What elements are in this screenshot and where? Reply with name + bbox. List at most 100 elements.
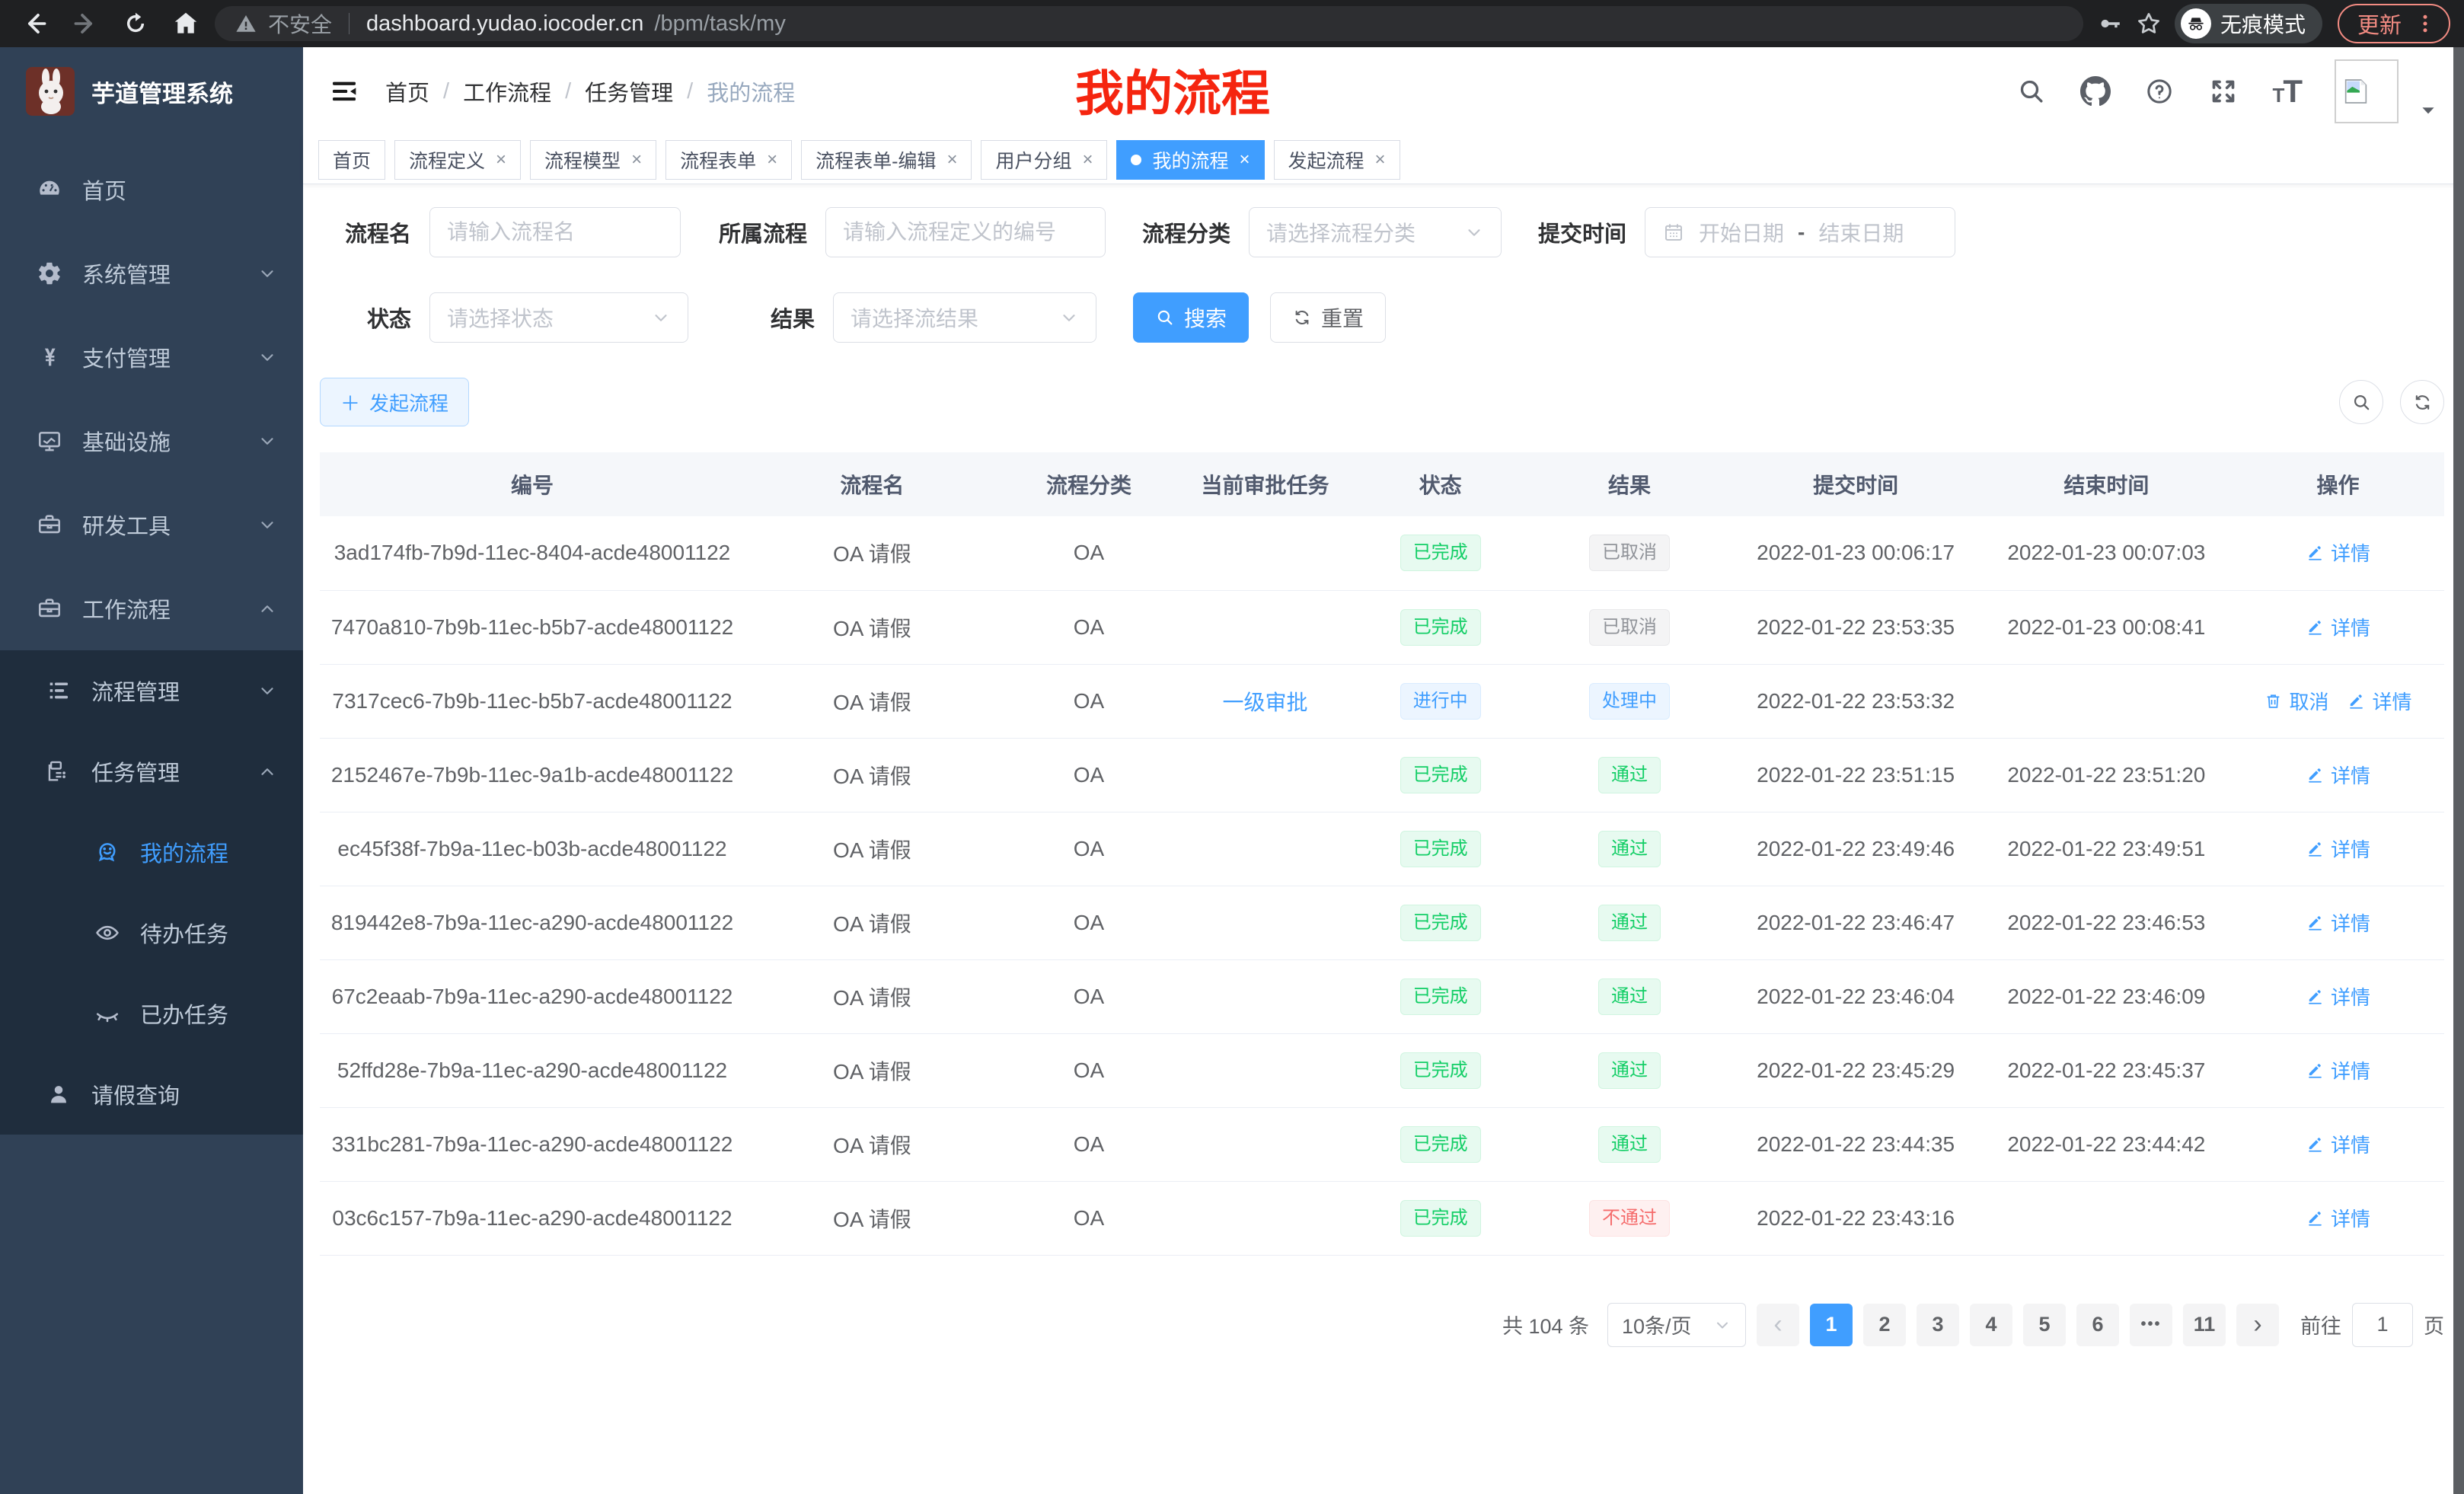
tab-用户分组[interactable]: 用户分组× <box>981 140 1107 180</box>
prev-page-button[interactable]: ‹ <box>1757 1304 1799 1346</box>
tab-流程表单-编辑[interactable]: 流程表单-编辑× <box>801 140 972 180</box>
page-button-5[interactable]: 5 <box>2023 1304 2066 1346</box>
action-详情[interactable]: 详情 <box>2306 982 2370 1010</box>
tab-流程模型[interactable]: 流程模型× <box>530 140 656 180</box>
sidebar-item-首页[interactable]: 首页 <box>0 148 303 231</box>
date-range-picker[interactable]: 开始日期 - 结束日期 <box>1645 207 1955 257</box>
action-label: 详情 <box>2331 982 2370 1010</box>
address-bar[interactable]: 不安全 dashboard.yudao.iocoder.cn/bpm/task/… <box>215 6 2083 41</box>
sidebar-item-待办任务[interactable]: 待办任务 <box>0 892 303 973</box>
close-icon[interactable]: × <box>631 149 642 171</box>
chevron-up-icon <box>257 761 277 781</box>
start-process-button[interactable]: ＋ 发起流程 <box>320 378 469 426</box>
sidebar-item-请假查询[interactable]: 请假查询 <box>0 1054 303 1135</box>
search-icon[interactable] <box>2016 76 2047 107</box>
page-button-4[interactable]: 4 <box>1970 1304 2012 1346</box>
breadcrumb-item[interactable]: 首页 <box>385 75 429 107</box>
reset-button[interactable]: 重置 <box>1270 292 1386 343</box>
browser-menu-icon[interactable] <box>2414 12 2437 35</box>
close-icon[interactable]: × <box>946 149 957 171</box>
cell-actions: 详情 <box>2232 1181 2444 1255</box>
avatar-caret-icon[interactable] <box>2418 101 2438 120</box>
page-button-2[interactable]: 2 <box>1863 1304 1906 1346</box>
action-取消[interactable]: 取消 <box>2264 687 2328 715</box>
action-详情[interactable]: 详情 <box>2306 1204 2370 1232</box>
close-icon[interactable]: × <box>1375 149 1386 171</box>
action-详情[interactable]: 详情 <box>2306 613 2370 641</box>
sidebar-item-工作流程[interactable]: 工作流程 <box>0 567 303 650</box>
action-详情[interactable]: 详情 <box>2347 687 2411 715</box>
sidebar-item-研发工具[interactable]: 研发工具 <box>0 483 303 567</box>
page-size-select[interactable]: 10条/页 <box>1607 1303 1746 1347</box>
action-详情[interactable]: 详情 <box>2306 538 2370 567</box>
process-label: 所属流程 <box>717 216 807 248</box>
page-scrollbar[interactable] <box>2453 47 2464 1494</box>
page-button-3[interactable]: 3 <box>1917 1304 1959 1346</box>
tab-流程表单[interactable]: 流程表单× <box>665 140 792 180</box>
sidebar-item-基础设施[interactable]: 基础设施 <box>0 399 303 483</box>
more-pages-button[interactable]: ••• <box>2130 1304 2172 1346</box>
github-icon[interactable] <box>2080 76 2111 107</box>
browser-update-button[interactable]: 更新 <box>2338 4 2450 43</box>
back-icon[interactable] <box>14 4 56 43</box>
sidebar-item-我的流程[interactable]: 我的流程 <box>0 812 303 892</box>
result-badge: 处理中 <box>1589 683 1670 720</box>
process-input[interactable] <box>825 207 1106 257</box>
tab-发起流程[interactable]: 发起流程 × <box>1274 140 1400 180</box>
sidebar-item-已办任务[interactable]: 已办任务 <box>0 973 303 1054</box>
sidebar-item-支付管理[interactable]: 支付管理 <box>0 315 303 399</box>
page-button-6[interactable]: 6 <box>2076 1304 2119 1346</box>
result-badge: 通过 <box>1598 905 1661 941</box>
reload-icon[interactable] <box>114 4 157 43</box>
edit-icon <box>2306 765 2325 784</box>
tab-我的流程[interactable]: 我的流程× <box>1116 140 1264 180</box>
page-button-11[interactable]: 11 <box>2183 1304 2226 1346</box>
forward-icon[interactable] <box>64 4 107 43</box>
close-icon[interactable]: × <box>767 149 777 171</box>
user-avatar[interactable] <box>2335 59 2399 123</box>
refresh-table-icon[interactable] <box>2400 380 2444 424</box>
password-key-icon[interactable] <box>2097 11 2123 37</box>
bookmark-star-icon[interactable] <box>2135 10 2162 37</box>
home-icon[interactable] <box>164 4 207 43</box>
cell-actions: 详情 <box>2232 1033 2444 1107</box>
action-详情[interactable]: 详情 <box>2306 835 2370 863</box>
sidebar-item-系统管理[interactable]: 系统管理 <box>0 231 303 315</box>
font-size-icon[interactable]: TT <box>2272 73 2301 110</box>
edit-icon <box>2306 1208 2325 1227</box>
close-icon[interactable]: × <box>1082 149 1093 171</box>
close-icon[interactable]: × <box>1240 149 1250 171</box>
page-button-1[interactable]: 1 <box>1810 1304 1853 1346</box>
close-icon[interactable]: × <box>496 149 506 171</box>
action-详情[interactable]: 详情 <box>2306 1056 2370 1084</box>
show-search-icon[interactable] <box>2339 380 2383 424</box>
app-logo[interactable]: 芋道管理系统 <box>0 47 303 136</box>
column-header: 流程名 <box>745 452 1000 516</box>
sidebar-item-任务管理[interactable]: 任务管理 <box>0 731 303 812</box>
help-icon[interactable] <box>2144 76 2175 107</box>
category-select[interactable]: 请选择流程分类 <box>1249 207 1502 257</box>
result-select[interactable]: 请选择流结果 <box>833 292 1096 343</box>
search-button[interactable]: 搜索 <box>1133 292 1249 343</box>
sidebar-item-流程管理[interactable]: 流程管理 <box>0 650 303 731</box>
tab-label: 发起流程 <box>1288 146 1364 174</box>
status-select[interactable]: 请选择状态 <box>429 292 688 343</box>
action-详情[interactable]: 详情 <box>2306 761 2370 789</box>
cell-result: 处理中 <box>1528 664 1730 738</box>
action-详情[interactable]: 详情 <box>2306 1130 2370 1158</box>
table-row: 3ad174fb-7b9d-11ec-8404-acde48001122OA 请… <box>320 516 2444 590</box>
action-详情[interactable]: 详情 <box>2306 908 2370 937</box>
result-badge: 通过 <box>1598 757 1661 793</box>
tab-流程定义[interactable]: 流程定义× <box>394 140 521 180</box>
next-page-button[interactable]: › <box>2236 1304 2279 1346</box>
sidebar-collapse-icon[interactable] <box>329 76 359 107</box>
breadcrumb-item[interactable]: 工作流程 <box>463 75 551 107</box>
breadcrumb-item[interactable]: 任务管理 <box>585 75 673 107</box>
cell-result: 通过 <box>1528 1107 1730 1181</box>
tab-首页[interactable]: 首页 <box>318 140 385 180</box>
task-link[interactable]: 一级审批 <box>1223 691 1308 714</box>
goto-page-input[interactable] <box>2352 1303 2413 1347</box>
cell-actions: 详情 <box>2232 812 2444 886</box>
fullscreen-icon[interactable] <box>2208 76 2239 107</box>
name-input[interactable] <box>429 207 681 257</box>
